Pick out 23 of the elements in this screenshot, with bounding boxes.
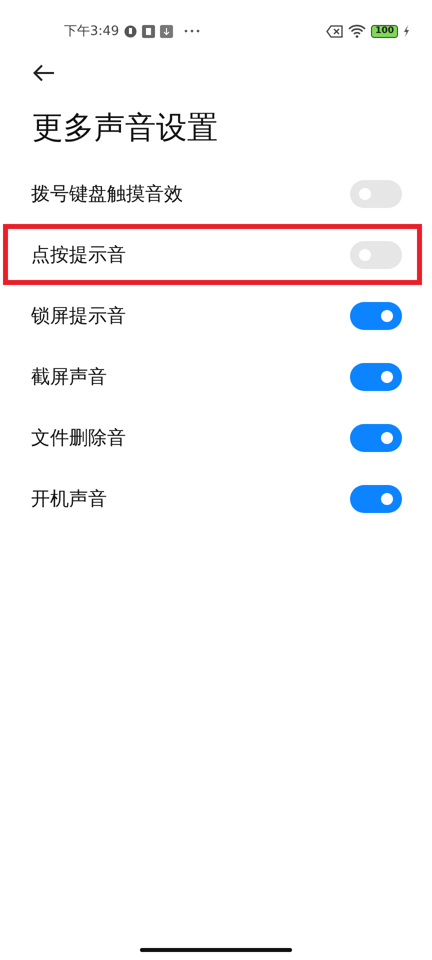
setting-label: 截屏声音 [31, 364, 107, 390]
setting-label: 锁屏提示音 [31, 304, 126, 328]
more-notifications-icon [184, 29, 200, 33]
toggle-switch[interactable] [350, 180, 402, 208]
toggle-switch[interactable] [350, 240, 402, 268]
notification-icon [124, 24, 138, 38]
setting-label: 拨号键盘触摸音效 [31, 182, 183, 206]
battery-indicator: 100 [371, 24, 398, 38]
page-title: 更多声音设置 [32, 109, 219, 148]
setting-label: 点按提示音 [31, 242, 126, 268]
status-time: 下午3:49 [64, 23, 120, 40]
toggle-switch[interactable] [350, 302, 402, 330]
wifi-icon [348, 24, 366, 38]
toggle-switch[interactable] [350, 424, 402, 452]
setting-label: 文件删除音 [31, 426, 126, 450]
setting-label: 开机声音 [31, 486, 107, 512]
app-notification-icon [142, 24, 156, 38]
back-arrow-icon[interactable] [33, 64, 55, 82]
toggle-switch[interactable] [350, 484, 402, 512]
no-sim-icon [326, 24, 344, 38]
charging-icon [403, 25, 410, 37]
download-icon [160, 24, 174, 38]
toggle-switch[interactable] [350, 362, 402, 390]
